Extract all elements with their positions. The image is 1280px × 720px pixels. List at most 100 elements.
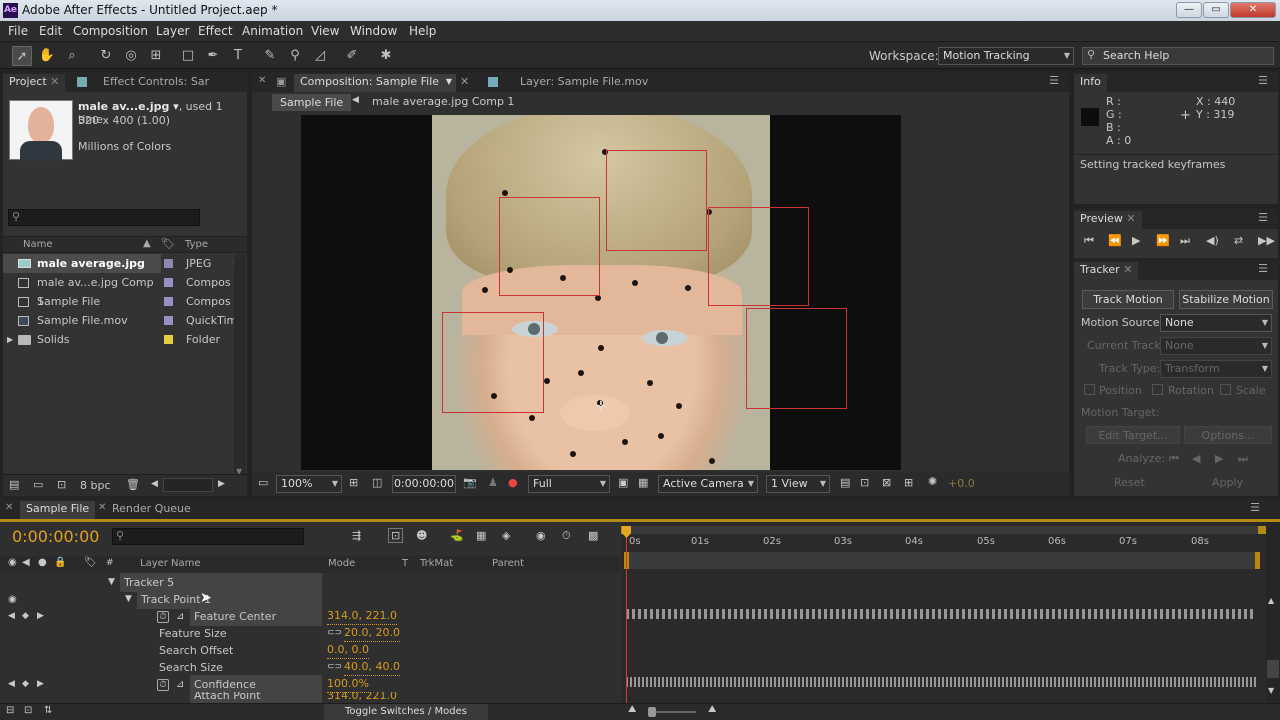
menu-view[interactable]: View xyxy=(311,24,339,38)
tab-effect-controls[interactable]: Effect Controls: Sar xyxy=(71,74,241,92)
puppet-pin-tool-icon[interactable]: ✱ xyxy=(376,46,396,66)
workspace-dropdown[interactable]: Motion Tracking xyxy=(938,47,1074,65)
scroll-down-icon[interactable]: ▼ xyxy=(1268,686,1274,695)
track-motion-button[interactable]: Track Motion xyxy=(1082,290,1174,309)
graph-editor-icon[interactable]: ▩ xyxy=(588,529,598,542)
expand-in-out-icon[interactable]: ⇅ xyxy=(44,705,52,716)
edit-target-button[interactable]: Edit Target... xyxy=(1086,426,1180,444)
tab-info[interactable]: Info xyxy=(1074,74,1107,92)
property-value[interactable]: 40.0, 40.0 xyxy=(344,658,400,676)
scroll-right-icon[interactable]: ▶ xyxy=(218,479,225,489)
expand-modes-icon[interactable]: ⊡ xyxy=(24,705,32,716)
reset-button[interactable]: Reset xyxy=(1114,476,1145,489)
label-color-swatch[interactable] xyxy=(164,278,173,287)
current-track-dropdown[interactable]: None xyxy=(1160,337,1272,355)
position-checkbox[interactable] xyxy=(1084,384,1095,395)
project-hscroll-thumb[interactable] xyxy=(163,478,213,492)
zoom-in-icon[interactable]: ⛰ xyxy=(708,704,716,715)
list-item[interactable]: Sample File.mov xyxy=(3,311,161,330)
label-icon[interactable]: 🏷 xyxy=(84,557,97,568)
current-time-indicator[interactable] xyxy=(626,528,627,703)
toggle-switches-modes-button[interactable]: Toggle Switches / Modes xyxy=(324,704,488,720)
zoom-slider[interactable] xyxy=(648,707,696,717)
clone-stamp-tool-icon[interactable]: ⚲ xyxy=(285,46,305,66)
hide-shy-layers-icon[interactable]: ☻ xyxy=(416,529,427,542)
breadcrumb-comp[interactable]: male average.jpg Comp 1 xyxy=(372,95,514,108)
property-value[interactable]: 314.0, 221.0 xyxy=(327,692,397,703)
selection-tool-icon[interactable]: ➚ xyxy=(12,46,32,66)
auto-keyframe-icon[interactable]: ◉ xyxy=(536,529,546,542)
scale-checkbox[interactable] xyxy=(1220,384,1231,395)
tab-tracker[interactable]: Tracker ✕ xyxy=(1074,262,1139,280)
zoom-out-icon[interactable]: ⛰ xyxy=(628,704,636,715)
delete-icon[interactable]: 🗑 xyxy=(126,478,140,491)
label-color-swatch[interactable] xyxy=(164,297,173,306)
analyze-backward-icon[interactable]: ◀ xyxy=(1192,452,1200,465)
layer-duration-bar[interactable] xyxy=(624,552,1260,569)
draft-3d-icon[interactable]: ⊡ xyxy=(388,528,404,543)
time-graph[interactable]: 0s 01s 02s 03s 04s 05s 06s 07s 08s xyxy=(621,522,1266,703)
camera-dropdown[interactable]: Active Camera xyxy=(658,475,758,493)
close-icon[interactable]: ✕ xyxy=(50,75,59,88)
panel-menu-icon[interactable]: ☰ xyxy=(1258,74,1268,87)
expand-layer-switches-icon[interactable]: ⊟ xyxy=(6,705,14,716)
comp-viewer[interactable]: ✛ xyxy=(301,115,901,470)
rectangle-tool-icon[interactable]: □ xyxy=(178,46,198,66)
column-mode[interactable]: Mode xyxy=(328,558,355,569)
zoom-slider-thumb[interactable] xyxy=(648,707,656,717)
list-item[interactable]: male average.jpg xyxy=(3,254,161,273)
channel-icon[interactable]: ● xyxy=(508,476,518,489)
track-search-region[interactable] xyxy=(442,312,544,413)
timeline-icon[interactable]: ⊠ xyxy=(882,476,891,489)
bit-depth-button[interactable]: 8 bpc xyxy=(80,479,111,492)
track-search-region[interactable] xyxy=(746,308,847,409)
minimize-button[interactable]: — xyxy=(1176,2,1202,18)
stopwatch-icon[interactable]: ⏱ xyxy=(157,611,169,623)
analyze-back-one-icon[interactable]: ⏮ xyxy=(1169,452,1179,466)
scroll-thumb[interactable] xyxy=(1267,660,1279,678)
play-icon[interactable]: ▶ xyxy=(1132,234,1140,247)
menu-composition[interactable]: Composition xyxy=(73,24,148,38)
time-ruler[interactable]: 0s 01s 02s 03s 04s 05s 06s 07s 08s xyxy=(621,534,1266,551)
last-frame-icon[interactable]: ⏭ xyxy=(1180,234,1190,248)
timeline-scrollbar[interactable]: ▲ ▼ xyxy=(1266,522,1280,703)
eraser-tool-icon[interactable]: ◿ xyxy=(310,46,330,66)
first-frame-icon[interactable]: ⏮ xyxy=(1084,234,1094,248)
property-value[interactable]: 100.0% xyxy=(327,675,369,693)
fast-previews-icon[interactable]: ⊡ xyxy=(860,476,869,489)
rotation-checkbox[interactable] xyxy=(1152,384,1163,395)
layer-out-point[interactable] xyxy=(1255,552,1260,569)
pan-behind-tool-icon[interactable]: ⊞ xyxy=(146,46,166,66)
tab-project[interactable]: Project ✕ xyxy=(3,74,66,92)
analyze-forward-one-icon[interactable]: ⏭ xyxy=(1238,452,1248,466)
tab-render-queue[interactable]: Render Queue xyxy=(106,501,197,519)
type-tool-icon[interactable]: T xyxy=(228,46,248,66)
menu-animation[interactable]: Animation xyxy=(242,24,303,38)
audio-icon[interactable]: ◀ xyxy=(22,557,30,568)
table-row[interactable]: Attach Point 314.0, 221.0 xyxy=(0,692,620,703)
work-area-end-handle[interactable] xyxy=(1258,526,1266,534)
brush-tool-icon[interactable]: ✎ xyxy=(260,46,280,66)
magnification-dropdown[interactable]: 100% xyxy=(276,475,342,493)
track-type-dropdown[interactable]: Transform xyxy=(1160,360,1272,378)
roto-brush-tool-icon[interactable]: ✐ xyxy=(342,46,362,66)
close-icon[interactable]: ✕ xyxy=(258,75,266,86)
column-type[interactable]: Type xyxy=(185,239,208,250)
lock-icon[interactable]: 🔒 xyxy=(54,557,66,568)
work-area-bar[interactable] xyxy=(621,526,1266,534)
new-composition-icon[interactable]: ⊡ xyxy=(57,478,66,491)
breadcrumb-sample-file[interactable]: Sample File xyxy=(272,94,352,111)
show-snapshot-icon[interactable]: ♟ xyxy=(488,476,498,489)
zoom-tool-icon[interactable]: ⌕ xyxy=(62,46,82,66)
confidence-keyframes[interactable] xyxy=(626,677,1256,687)
video-icon[interactable]: ◉ xyxy=(8,557,17,568)
analyze-forward-icon[interactable]: ▶ xyxy=(1215,452,1223,465)
menu-effect[interactable]: Effect xyxy=(198,24,233,38)
menu-edit[interactable]: Edit xyxy=(39,24,62,38)
column-trkmat[interactable]: TrkMat xyxy=(420,558,453,569)
ram-preview-icon[interactable]: ▶▶ xyxy=(1258,234,1275,247)
track-search-region[interactable] xyxy=(606,150,707,251)
tab-composition[interactable]: Composition: Sample File ▼ xyxy=(294,74,456,92)
live-update-icon[interactable]: ⏱ xyxy=(562,529,571,543)
composition-mini-flowchart-icon[interactable]: ⇶ xyxy=(352,529,361,542)
